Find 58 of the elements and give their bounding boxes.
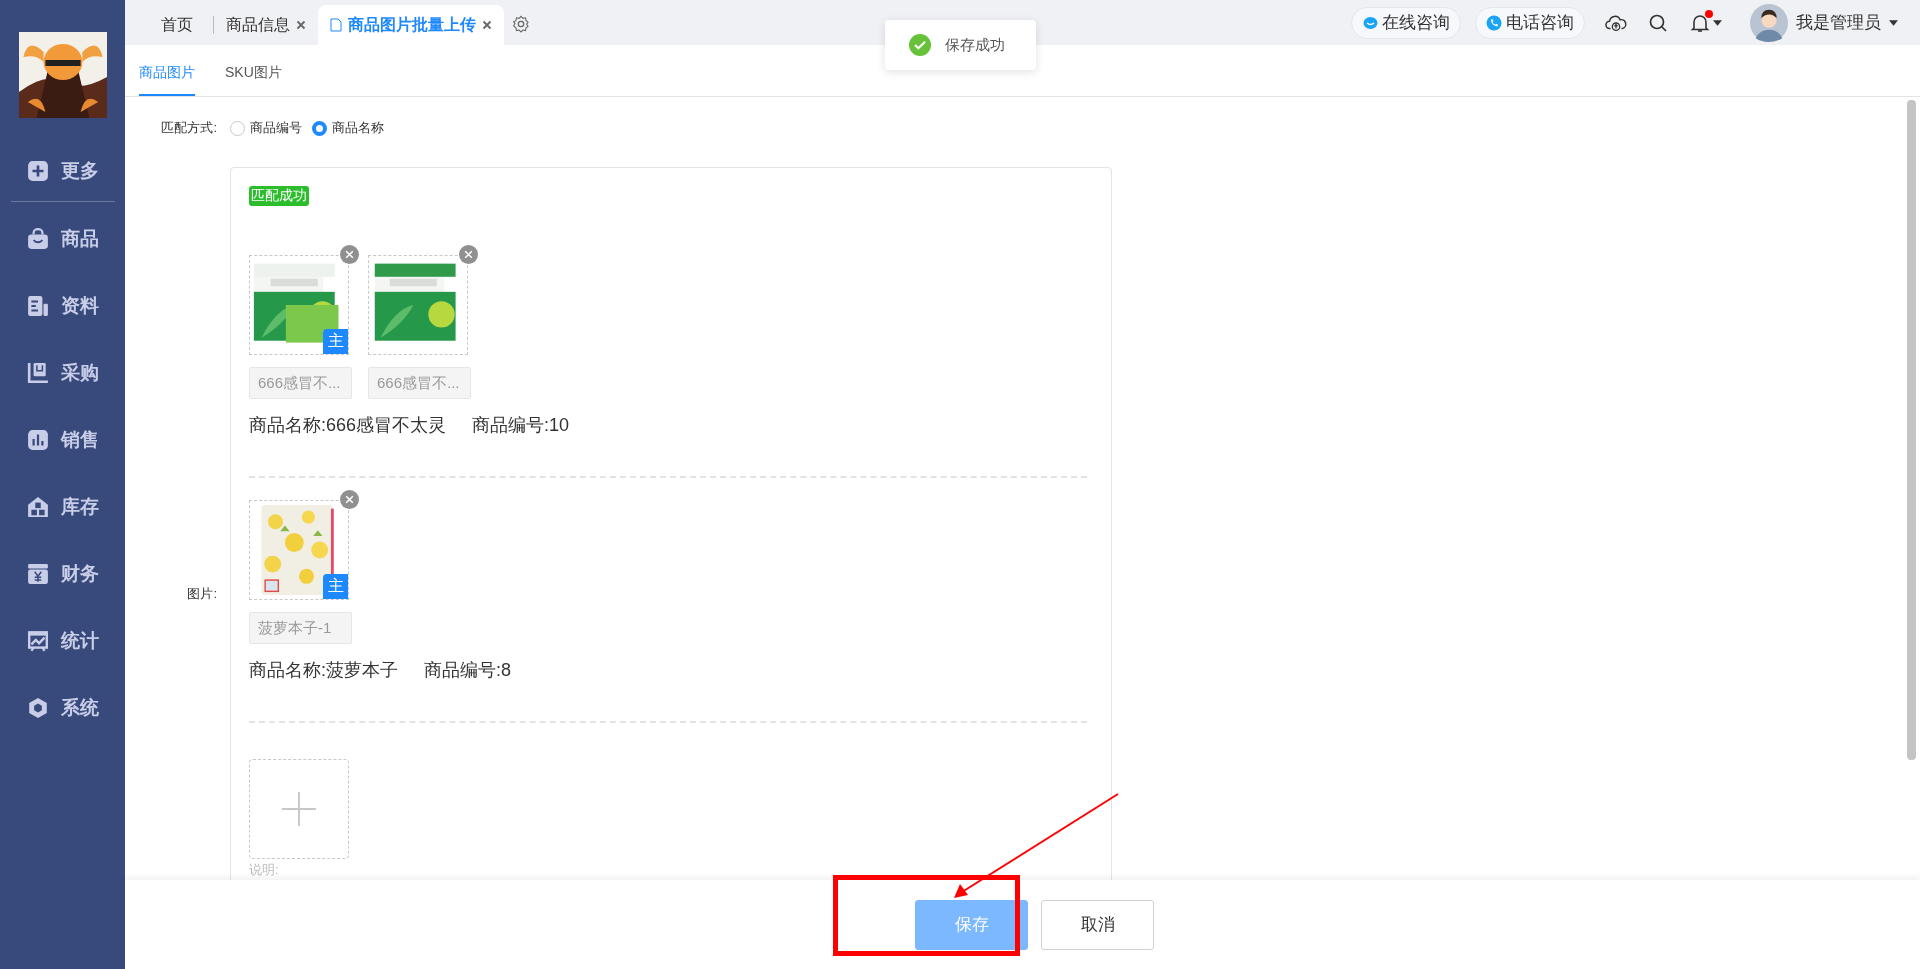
field-label: 图片: [186, 585, 218, 603]
scrollbar[interactable] [1907, 100, 1916, 760]
document-icon [330, 18, 342, 32]
radio-option[interactable]: 商品名称 [312, 119, 384, 137]
user-menu[interactable]: 我是管理员 [1750, 3, 1898, 42]
tab[interactable]: 商品信息 [214, 5, 318, 45]
plus-icon [280, 790, 318, 828]
consult-button[interactable]: 在线咨询 [1351, 6, 1461, 39]
bell-icon[interactable] [1689, 12, 1711, 33]
close-icon[interactable] [482, 20, 492, 30]
product-code: 商品编号:8 [424, 659, 512, 682]
remove-icon[interactable] [340, 490, 359, 509]
sidebar-item[interactable]: 系统 [26, 691, 99, 725]
product-name: 商品名称:菠萝本子 [249, 659, 398, 682]
tab[interactable]: 商品图片批量上传 [318, 5, 504, 45]
check-icon [909, 34, 931, 56]
sidebar-item[interactable]: 库存 [26, 490, 99, 524]
tab[interactable]: 首页 [145, 5, 213, 45]
chat-icon [1362, 14, 1378, 31]
document-icon [26, 295, 49, 317]
phone-icon [1486, 14, 1502, 31]
search-icon[interactable] [1647, 12, 1669, 33]
wallet-icon [26, 563, 49, 585]
radio-option[interactable]: 商品编号 [230, 119, 302, 137]
sidebar-item[interactable]: 统计 [26, 624, 99, 658]
field-label: 匹配方式: [160, 119, 218, 137]
consult-button[interactable]: 电话咨询 [1475, 6, 1585, 39]
image-thumbnail[interactable]: 主 [249, 500, 349, 600]
tab[interactable]: 商品图片 [139, 64, 195, 96]
product-code: 商品编号:10 [472, 414, 570, 437]
bar-chart-icon [26, 429, 49, 451]
remove-icon[interactable] [340, 245, 359, 264]
plus-icon [26, 160, 49, 182]
sidebar-item[interactable]: 财务 [26, 557, 99, 591]
sidebar-item[interactable]: 商品 [26, 222, 99, 256]
sidebar-item[interactable]: 更多 [26, 154, 99, 188]
cancel-button[interactable]: 取消 [1041, 899, 1154, 950]
field-label: 说明: [249, 861, 279, 879]
house-icon [26, 496, 49, 518]
sidebar-item[interactable]: 采购 [26, 356, 99, 390]
remove-icon[interactable] [459, 245, 478, 264]
trend-icon [26, 630, 49, 652]
settings-icon[interactable] [512, 14, 530, 33]
tab[interactable]: SKU图片 [225, 64, 282, 96]
status-tag: 匹配成功 [249, 186, 309, 206]
avatar-icon [1750, 3, 1788, 42]
main-badge: 主 [323, 574, 348, 599]
sidebar-item[interactable]: 资料 [26, 289, 99, 323]
main-badge: 主 [323, 329, 348, 354]
caret-icon[interactable] [1713, 19, 1722, 26]
caret-icon [1889, 19, 1898, 26]
bag-icon [26, 228, 49, 250]
sidebar-item[interactable]: 销售 [26, 423, 99, 457]
toast: 保存成功 [885, 20, 1036, 70]
product-name: 商品名称:666感冒不太灵 [249, 414, 447, 437]
close-icon[interactable] [296, 20, 306, 30]
image-thumbnail[interactable]: 主 [249, 255, 349, 355]
hexagon-icon [26, 697, 49, 719]
